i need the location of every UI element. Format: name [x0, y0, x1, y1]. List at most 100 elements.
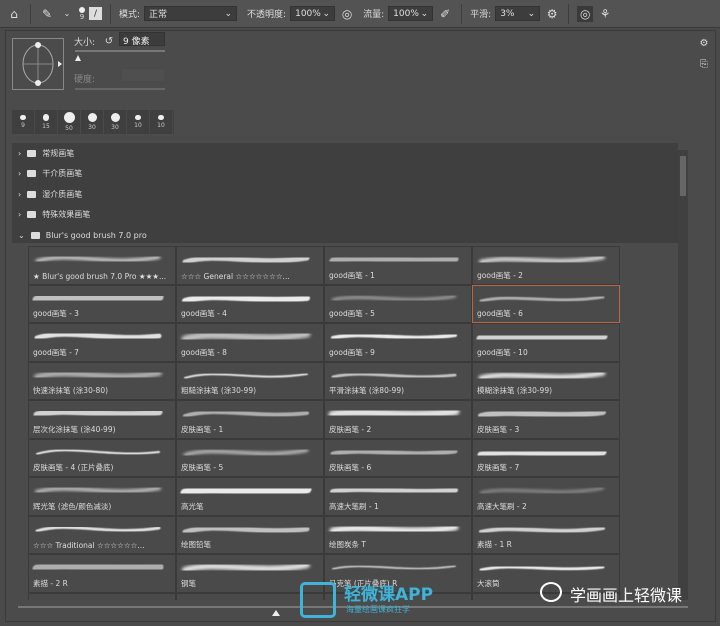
brush-name: 皮肤画笔 - 3: [477, 424, 520, 434]
brush-tile[interactable]: 皮肤画笔 - 2: [324, 400, 472, 439]
brush-preset[interactable]: 15: [35, 110, 58, 134]
brush-folder[interactable]: › 特殊效果画笔: [12, 205, 678, 226]
mode-select[interactable]: 正常 ⌄: [144, 6, 238, 21]
preset-size: 10: [157, 122, 165, 130]
brush-tile[interactable]: good画笔 - 1: [324, 246, 472, 285]
brush-name: 高速大笔刷 - 2: [477, 501, 527, 511]
brush-name: good画笔 - 6: [477, 309, 523, 318]
size-slider-handle[interactable]: [75, 55, 81, 61]
brush-tip-icon: [42, 114, 50, 121]
brush-tile[interactable]: ★ Blur's good brush 7.0 Pro ★★★...: [28, 246, 176, 285]
brush-tile[interactable]: 素描 - 1 R: [472, 515, 620, 554]
brush-tile[interactable]: 皮肤画笔 - 5: [176, 438, 324, 477]
brush-tool-icon[interactable]: ✎: [39, 6, 55, 22]
brush-preset[interactable]: 30: [81, 110, 104, 134]
brush-tile[interactable]: good画笔 - 3: [28, 284, 176, 323]
brush-tile[interactable]: 平滑涂抹笔 (涂80-99): [324, 361, 472, 400]
preset-size: 15: [42, 122, 50, 130]
airbrush-icon[interactable]: ✐: [437, 6, 453, 22]
brush-name: 皮肤画笔 - 4 (正片叠底): [33, 463, 114, 472]
brush-folder[interactable]: ⌄ Blur's good brush 7.0 pro: [12, 225, 678, 246]
brush-tile[interactable]: 皮肤画笔 - 7: [472, 438, 620, 477]
options-bar: ⌂ ✎ ⌄ 9 / 模式: 正常 ⌄ 不透明度: 100% ⌄ ◎ 流量: 100%…: [0, 0, 720, 28]
brush-tile[interactable]: good画笔 - 4: [176, 284, 324, 323]
brush-tip-icon: [87, 113, 97, 122]
pressure-opacity-icon[interactable]: ◎: [339, 6, 355, 22]
brush-name: 高光笔: [181, 501, 204, 511]
brush-tile[interactable]: 皮肤画笔 - 6: [324, 438, 472, 477]
brush-tile[interactable]: 模糊涂抹笔 (涂30-99): [472, 361, 620, 400]
brush-tip-icon: [110, 113, 120, 122]
flow-field[interactable]: 100% ⌄: [388, 6, 434, 21]
panel-gear-icon[interactable]: ⚙: [696, 35, 712, 51]
chevron-down-icon[interactable]: ⌄: [18, 231, 25, 240]
brush-preset[interactable]: 9: [12, 110, 35, 134]
brush-preset[interactable]: 10: [127, 110, 150, 134]
brush-tile[interactable]: good画笔 - 10: [472, 323, 620, 362]
brush-preset[interactable]: 10: [150, 110, 173, 134]
brush-tile[interactable]: 粗糙涂抹笔 (涂30-99): [176, 361, 324, 400]
chevron-right-icon[interactable]: ›: [18, 149, 21, 158]
opacity-value: 100%: [295, 8, 321, 19]
scrollbar-thumb[interactable]: [680, 156, 686, 196]
scrollbar[interactable]: [678, 150, 688, 600]
folder-label: 湿介质画笔: [42, 189, 83, 199]
brush-tile[interactable]: good画笔 - 9: [324, 323, 472, 362]
hardness-slider[interactable]: [75, 88, 165, 90]
brush-tile[interactable]: 高光笔: [176, 477, 324, 516]
brush-tile[interactable]: 绘图铅笔: [176, 515, 324, 554]
hardness-field[interactable]: [121, 68, 165, 82]
brush-tile[interactable]: ☆☆☆ General ☆☆☆☆☆☆☆...: [176, 246, 324, 285]
reset-size-icon[interactable]: ↺: [101, 33, 117, 49]
watermark-app-name: 轻微课APP: [344, 585, 434, 605]
wechat-icon: [540, 582, 562, 602]
symmetry-butterfly-icon[interactable]: ⚘: [597, 6, 613, 22]
brush-tile[interactable]: good画笔 - 8: [176, 323, 324, 362]
brush-tile[interactable]: good画笔 - 2: [472, 246, 620, 285]
chevron-right-icon[interactable]: ›: [18, 210, 21, 219]
brush-tile[interactable]: 皮肤画笔 - 3: [472, 400, 620, 439]
size-slider[interactable]: [75, 50, 165, 52]
gear-icon[interactable]: ⚙: [544, 6, 560, 22]
brush-settings-panel-icon[interactable]: /: [89, 7, 102, 20]
opacity-field[interactable]: 100% ⌄: [290, 6, 336, 21]
brush-name: 皮肤画笔 - 2: [329, 424, 372, 434]
brush-tile[interactable]: 高速大笔刷 - 1: [324, 477, 472, 516]
home-icon[interactable]: ⌂: [6, 6, 22, 22]
chevron-right-icon[interactable]: ›: [18, 190, 21, 199]
brush-preset-picker[interactable]: 9: [79, 6, 85, 21]
brush-tile[interactable]: good画笔 - 6: [472, 284, 620, 323]
brush-tile[interactable]: 绘图炭条 T: [324, 515, 472, 554]
chevron-down-icon[interactable]: ⌄: [59, 6, 75, 22]
chevron-right-icon[interactable]: ›: [18, 169, 21, 178]
brush-tile[interactable]: good画笔 - 7: [28, 323, 176, 362]
chevron-down-icon: ⌄: [322, 8, 331, 19]
brush-tile[interactable]: 快速涂抹笔 (涂30-80): [28, 361, 176, 400]
brush-name: 模糊涂抹笔 (涂30-99): [477, 386, 553, 395]
brush-tile[interactable]: 皮肤画笔 - 1: [176, 400, 324, 439]
brush-folder[interactable]: › 常规画笔: [12, 143, 678, 164]
brush-stroke-preview: [29, 594, 176, 601]
brush-tile[interactable]: 素描 - 2 R: [28, 554, 176, 593]
thumbnail-size-handle[interactable]: [272, 610, 280, 616]
brush-name: 绘图炭条 T: [329, 540, 366, 549]
pressure-size-icon[interactable]: ◎: [577, 5, 594, 22]
brush-tile[interactable]: ☆☆☆ Traditional ☆☆☆☆☆☆...: [28, 515, 176, 554]
brush-angle-preview[interactable]: [12, 38, 64, 90]
folder-label: 特殊效果画笔: [42, 210, 91, 220]
brush-tile[interactable]: [28, 592, 176, 601]
smoothing-field[interactable]: 3% ⌄: [495, 6, 541, 21]
brush-tile[interactable]: 高速大笔刷 - 2: [472, 477, 620, 516]
brush-preset[interactable]: 30: [104, 110, 127, 134]
brush-tip-icon: [135, 114, 141, 121]
new-preset-icon[interactable]: ⎘: [696, 56, 712, 72]
brush-preset[interactable]: 50: [58, 110, 81, 134]
brush-folder[interactable]: › 干介质画笔: [12, 164, 678, 185]
brush-folder[interactable]: › 湿介质画笔: [12, 184, 678, 205]
flow-value: 100%: [393, 8, 419, 19]
brush-tile[interactable]: 辉光笔 (滤色/颜色减淡): [28, 477, 176, 516]
brush-tile[interactable]: 皮肤画笔 - 4 (正片叠底): [28, 438, 176, 477]
size-field[interactable]: 9 像素: [119, 32, 165, 47]
brush-tile[interactable]: good画笔 - 5: [324, 284, 472, 323]
brush-tile[interactable]: 层次化涂抹笔 (涂40-99): [28, 400, 176, 439]
